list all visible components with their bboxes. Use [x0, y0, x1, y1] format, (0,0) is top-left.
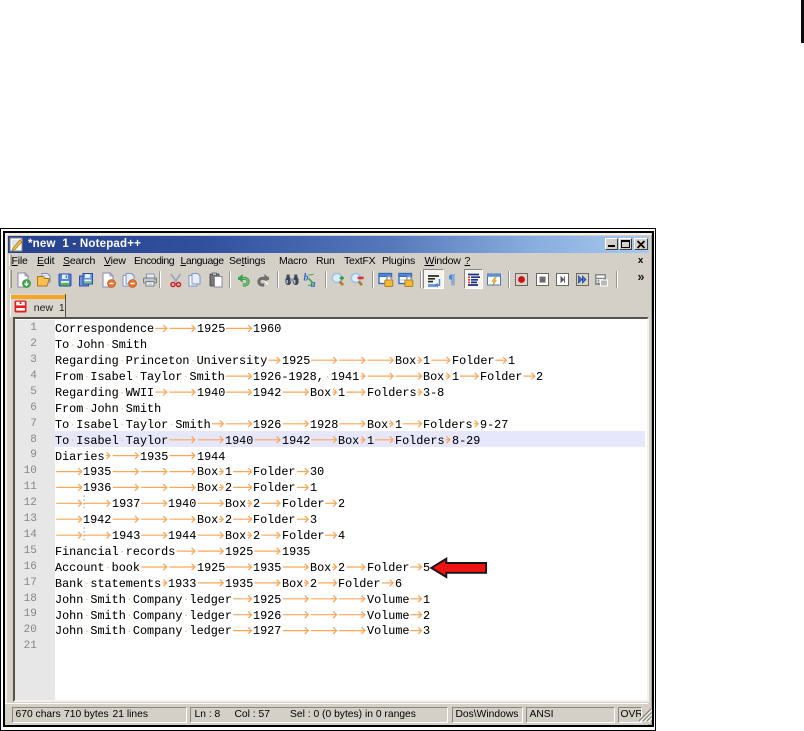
svg-text:b: b	[304, 272, 309, 283]
svg-text:¶: ¶	[449, 273, 456, 288]
